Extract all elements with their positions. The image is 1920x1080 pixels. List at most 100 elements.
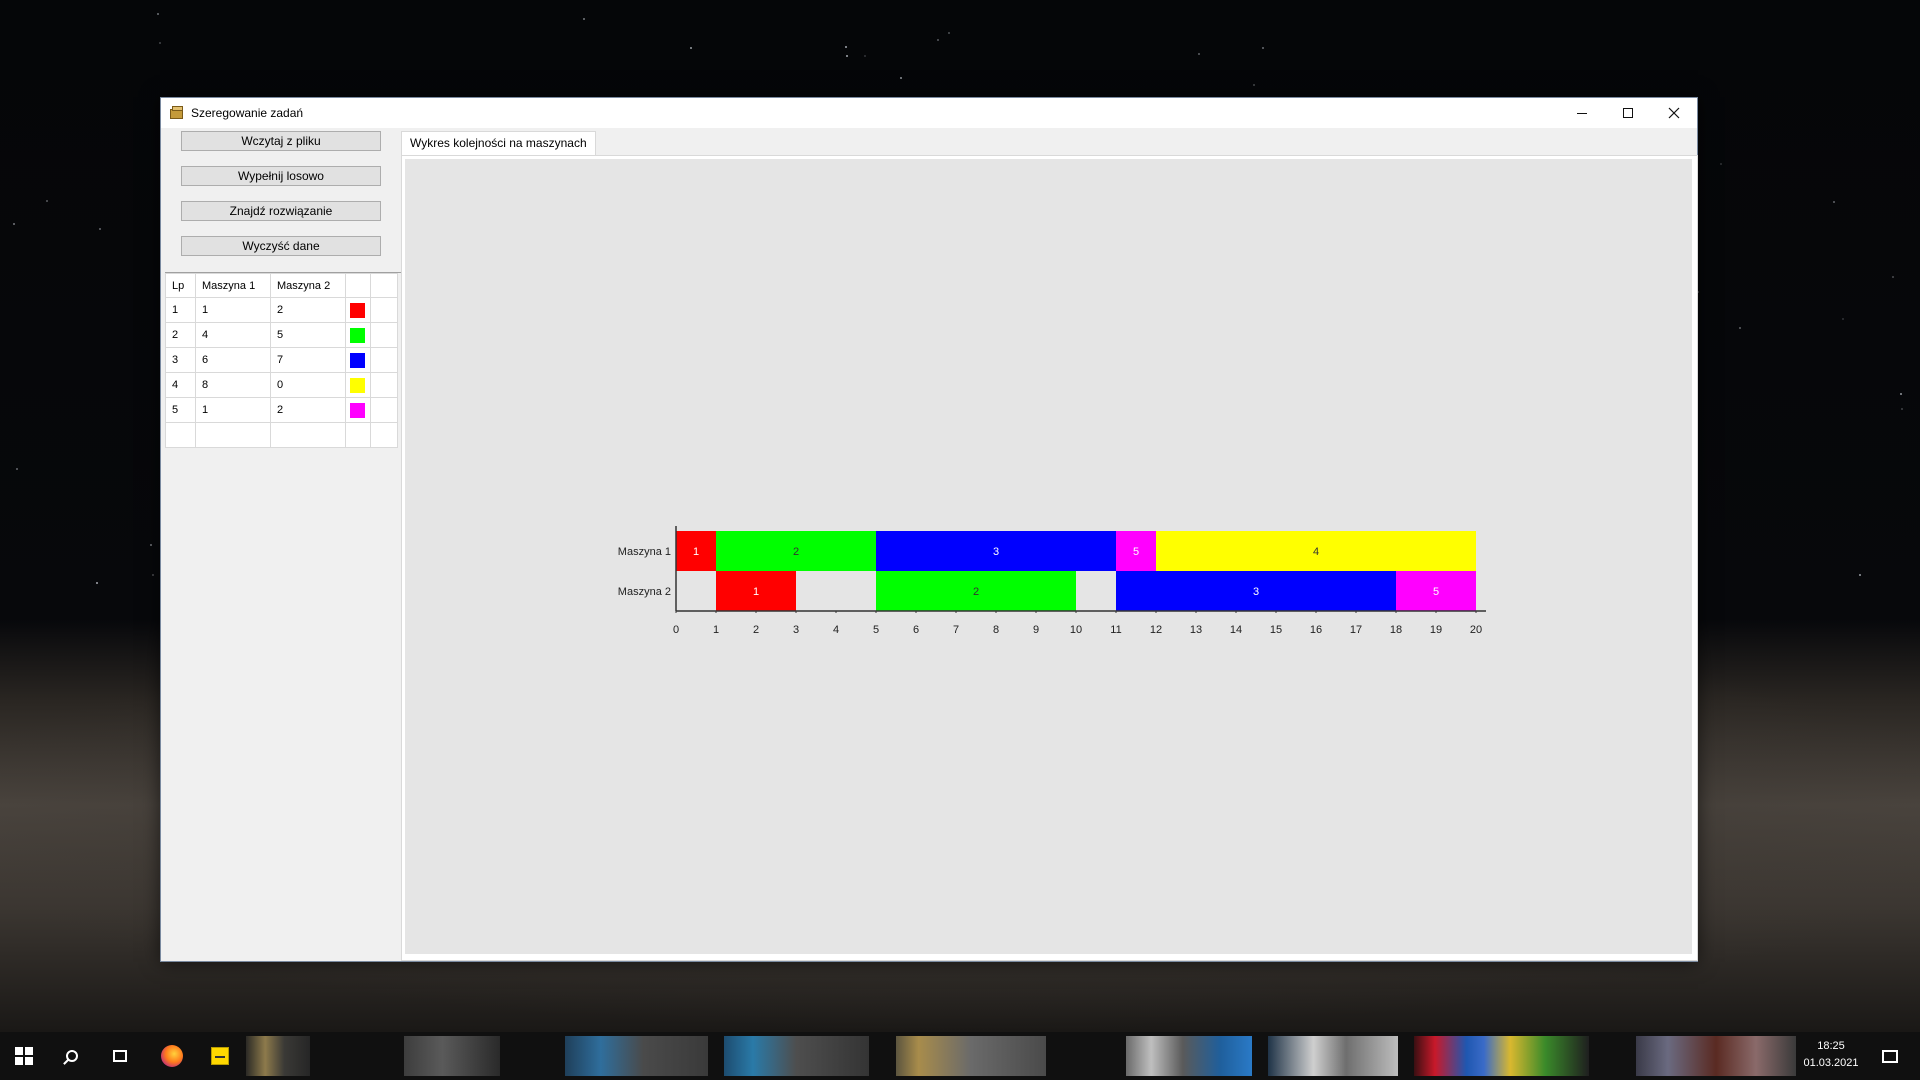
taskbar-app-obscured[interactable]	[404, 1036, 500, 1076]
sticky-notes-button[interactable]	[196, 1032, 244, 1080]
cell-machine-2[interactable]	[270, 422, 346, 448]
close-icon	[1668, 107, 1680, 119]
cell-machine-2[interactable]: 0	[270, 372, 346, 398]
clear-data-button[interactable]: Wyczyść dane	[181, 236, 381, 256]
gantt-bar-label: 4	[1313, 546, 1319, 558]
x-tick-label: 16	[1310, 624, 1322, 636]
cell-lp[interactable]: 4	[165, 372, 196, 398]
star-dot	[1720, 163, 1722, 165]
cell-color[interactable]	[345, 297, 371, 323]
cell-machine-1[interactable]: 6	[195, 347, 271, 373]
x-tick-label: 6	[913, 624, 919, 636]
cell-machine-2[interactable]: 7	[270, 347, 346, 373]
header-lp[interactable]: Lp	[165, 273, 196, 298]
x-tick-label: 3	[793, 624, 799, 636]
title-bar[interactable]: Szeregowanie zadań	[161, 98, 1697, 128]
x-tick-label: 14	[1230, 624, 1242, 636]
gantt-chart: 1 2 3 5 41 2 3 5Maszyna 1Maszyna 20 1 2 3 4 5 6 7 8 9 10 1…	[618, 526, 1486, 636]
gantt-bar-label: 1	[693, 546, 699, 558]
taskbar-app-obscured[interactable]	[1126, 1036, 1252, 1076]
cell-extra	[370, 422, 398, 448]
taskbar-app-obscured[interactable]	[896, 1036, 1046, 1076]
cell-lp[interactable]: 5	[165, 397, 196, 423]
x-tick-label: 0	[673, 624, 679, 636]
taskbar-app-obscured[interactable]	[724, 1036, 869, 1076]
x-tick-label: 19	[1430, 624, 1442, 636]
table-row[interactable]: 1 1 2	[165, 297, 398, 323]
gantt-bar-label: 5	[1133, 546, 1139, 558]
x-tick-label: 11	[1110, 624, 1121, 636]
tab-strip: Wykres kolejności na maszynach	[401, 131, 1698, 155]
star-dot	[948, 32, 950, 34]
maximize-button[interactable]	[1605, 98, 1651, 128]
taskbar-clock[interactable]: 18:25 01.03.2021	[1796, 1038, 1866, 1072]
window-title: Szeregowanie zadań	[191, 106, 304, 120]
header-color[interactable]	[345, 273, 371, 298]
gantt-bar-label: 3	[993, 546, 999, 558]
find-solution-button[interactable]: Znajdź rozwiązanie	[181, 201, 381, 221]
table-row[interactable]: 5 1 2	[165, 397, 398, 423]
cell-machine-1[interactable]: 1	[195, 297, 271, 323]
cell-machine-2[interactable]: 5	[270, 322, 346, 348]
cell-lp[interactable]: 3	[165, 347, 196, 373]
app-window: Szeregowanie zadań Wczytaj z pliku Wypeł…	[160, 97, 1698, 962]
taskbar-app-obscured[interactable]	[1414, 1036, 1589, 1076]
table-row[interactable]: 4 8 0	[165, 372, 398, 398]
tab-page: 1 2 3 5 4 1 2 3 5 Maszyna 1 Maszyna 2 0 1 2 3 4 5 6 7 8 9 10 1…	[401, 155, 1698, 961]
minimize-icon	[1577, 112, 1587, 114]
close-button[interactable]	[1651, 98, 1697, 128]
taskbar-tray-obscured[interactable]	[1636, 1036, 1796, 1076]
search-button[interactable]	[48, 1032, 96, 1080]
clock-date: 01.03.2021	[1803, 1057, 1859, 1069]
jobs-table: Lp Maszyna 1 Maszyna 2 1 1 2 2 4 5 3 6 7…	[165, 273, 398, 448]
task-view-button[interactable]	[96, 1032, 144, 1080]
gantt-bar-label: 2	[793, 546, 799, 558]
star-dot	[13, 223, 15, 225]
cell-extra	[370, 397, 398, 423]
jobs-grid[interactable]: Lp Maszyna 1 Maszyna 2 1 1 2 2 4 5 3 6 7…	[165, 272, 401, 961]
star-dot	[150, 544, 152, 546]
cell-color[interactable]	[345, 372, 371, 398]
cell-color[interactable]	[345, 322, 371, 348]
taskbar-app-obscured[interactable]	[565, 1036, 708, 1076]
gantt-bar-label: 1	[753, 586, 759, 598]
cell-machine-1[interactable]: 4	[195, 322, 271, 348]
notification-button[interactable]	[1866, 1032, 1914, 1080]
machine-label: Maszyna 1	[618, 546, 671, 558]
taskbar-app-obscured[interactable]	[1268, 1036, 1398, 1076]
table-row[interactable]: 3 6 7	[165, 347, 398, 373]
start-button[interactable]	[0, 1032, 48, 1080]
header-machine-1[interactable]: Maszyna 1	[195, 273, 271, 298]
color-swatch	[350, 377, 365, 393]
star-dot	[1739, 327, 1741, 329]
taskbar-app-obscured[interactable]	[246, 1036, 310, 1076]
cell-color[interactable]	[345, 422, 371, 448]
cell-machine-1[interactable]	[195, 422, 271, 448]
header-machine-2[interactable]: Maszyna 2	[270, 273, 346, 298]
tab-chart[interactable]: Wykres kolejności na maszynach	[401, 131, 596, 155]
minimize-button[interactable]	[1559, 98, 1605, 128]
new-row[interactable]	[165, 422, 398, 448]
star-dot	[1900, 393, 1902, 395]
fill-random-button[interactable]: Wypełnij losowo	[181, 166, 381, 186]
load-from-file-button[interactable]: Wczytaj z pliku	[181, 131, 381, 151]
notification-icon	[1882, 1049, 1898, 1063]
x-tick-label: 4	[833, 624, 839, 636]
cell-color[interactable]	[345, 397, 371, 423]
x-tick-label: 13	[1190, 624, 1202, 636]
x-tick-label: 10	[1070, 624, 1082, 636]
cell-machine-1[interactable]: 8	[195, 372, 271, 398]
cell-machine-2[interactable]: 2	[270, 297, 346, 323]
cell-lp[interactable]: 1	[165, 297, 196, 323]
firefox-button[interactable]	[148, 1032, 196, 1080]
cell-machine-2[interactable]: 2	[270, 397, 346, 423]
cell-lp[interactable]: 2	[165, 322, 196, 348]
search-icon	[66, 1050, 78, 1062]
cell-lp[interactable]	[165, 422, 196, 448]
gantt-bar-label: 3	[1253, 586, 1259, 598]
star-dot	[1901, 408, 1903, 410]
table-row[interactable]: 2 4 5	[165, 322, 398, 348]
cell-machine-1[interactable]: 1	[195, 397, 271, 423]
x-tick-label: 8	[993, 624, 999, 636]
cell-color[interactable]	[345, 347, 371, 373]
